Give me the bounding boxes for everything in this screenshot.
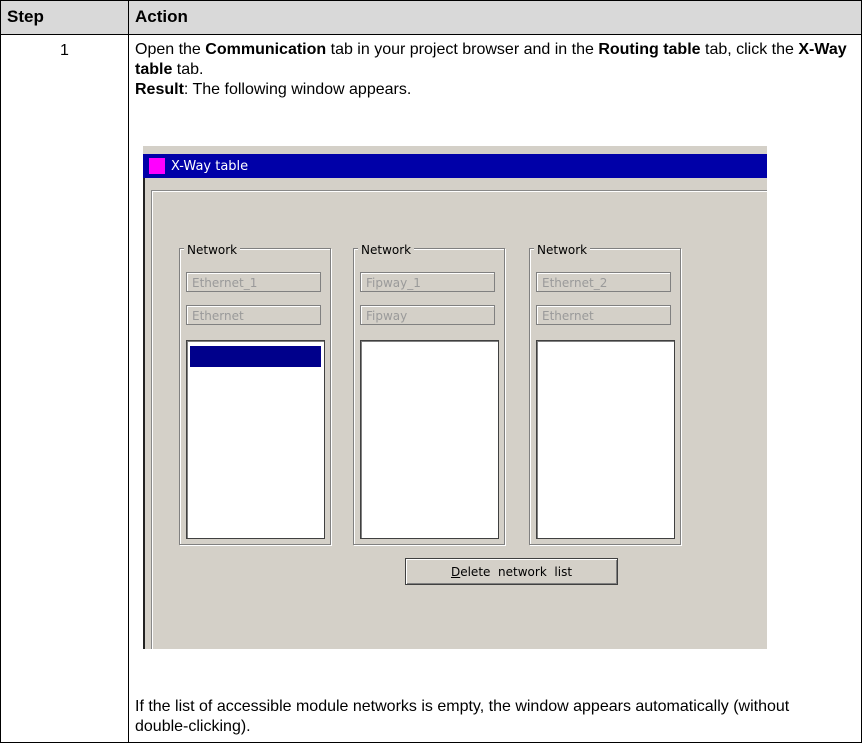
procedure-table: Step Action 1 Open the Communication tab… xyxy=(0,0,862,743)
instruction-bold-communication: Communication xyxy=(205,41,327,58)
network-list[interactable] xyxy=(360,340,499,539)
xway-table-window: X-Way table Network Ethernet_1 Ethernet … xyxy=(143,146,767,649)
delete-network-list-button[interactable]: Delete network list xyxy=(405,558,618,585)
instruction-text: tab, click the xyxy=(700,41,799,58)
app-icon xyxy=(149,158,165,174)
network-name-field[interactable]: Fipway_1 xyxy=(360,272,495,292)
instruction-text: tab. xyxy=(172,61,204,78)
network-list[interactable] xyxy=(186,340,325,539)
instruction-text: Open the xyxy=(135,41,206,58)
button-label: elete network list xyxy=(460,565,573,579)
window-border xyxy=(143,178,145,649)
selected-list-item[interactable] xyxy=(190,346,321,367)
window-title: X-Way table xyxy=(171,159,249,174)
network-type-field[interactable]: Fipway xyxy=(360,305,495,325)
action-instructions: Open the Communication tab in your proje… xyxy=(135,40,850,100)
window-titlebar[interactable]: X-Way table xyxy=(143,154,767,178)
network-legend: Network xyxy=(184,240,241,260)
button-mnemonic: D xyxy=(450,565,461,579)
instruction-text: tab in your project browser and in the xyxy=(326,41,599,58)
network-list[interactable] xyxy=(536,340,675,539)
network-name-field[interactable]: Ethernet_2 xyxy=(536,272,671,292)
footer-note: If the list of accessible module network… xyxy=(135,698,790,735)
step-column-header: Step xyxy=(0,0,129,35)
table-row: 1 Open the Communication tab in your pro… xyxy=(0,34,862,743)
network-group-3: Network Ethernet_2 Ethernet xyxy=(529,240,681,545)
network-type-field[interactable]: Ethernet xyxy=(186,305,321,325)
network-legend: Network xyxy=(534,240,591,260)
network-group-1: Network Ethernet_1 Ethernet xyxy=(179,240,331,545)
table-header-row: Step Action xyxy=(0,0,862,35)
step-number: 1 xyxy=(0,34,129,743)
result-text: : The following window appears. xyxy=(183,81,412,98)
instruction-bold-routing-table: Routing table xyxy=(598,41,701,58)
network-legend: Network xyxy=(358,240,415,260)
action-cell: Open the Communication tab in your proje… xyxy=(128,34,862,743)
network-name-field[interactable]: Ethernet_1 xyxy=(186,272,321,292)
result-label: Result xyxy=(135,81,184,98)
action-column-header: Action xyxy=(128,0,862,35)
network-group-2: Network Fipway_1 Fipway xyxy=(353,240,505,545)
network-type-field[interactable]: Ethernet xyxy=(536,305,671,325)
